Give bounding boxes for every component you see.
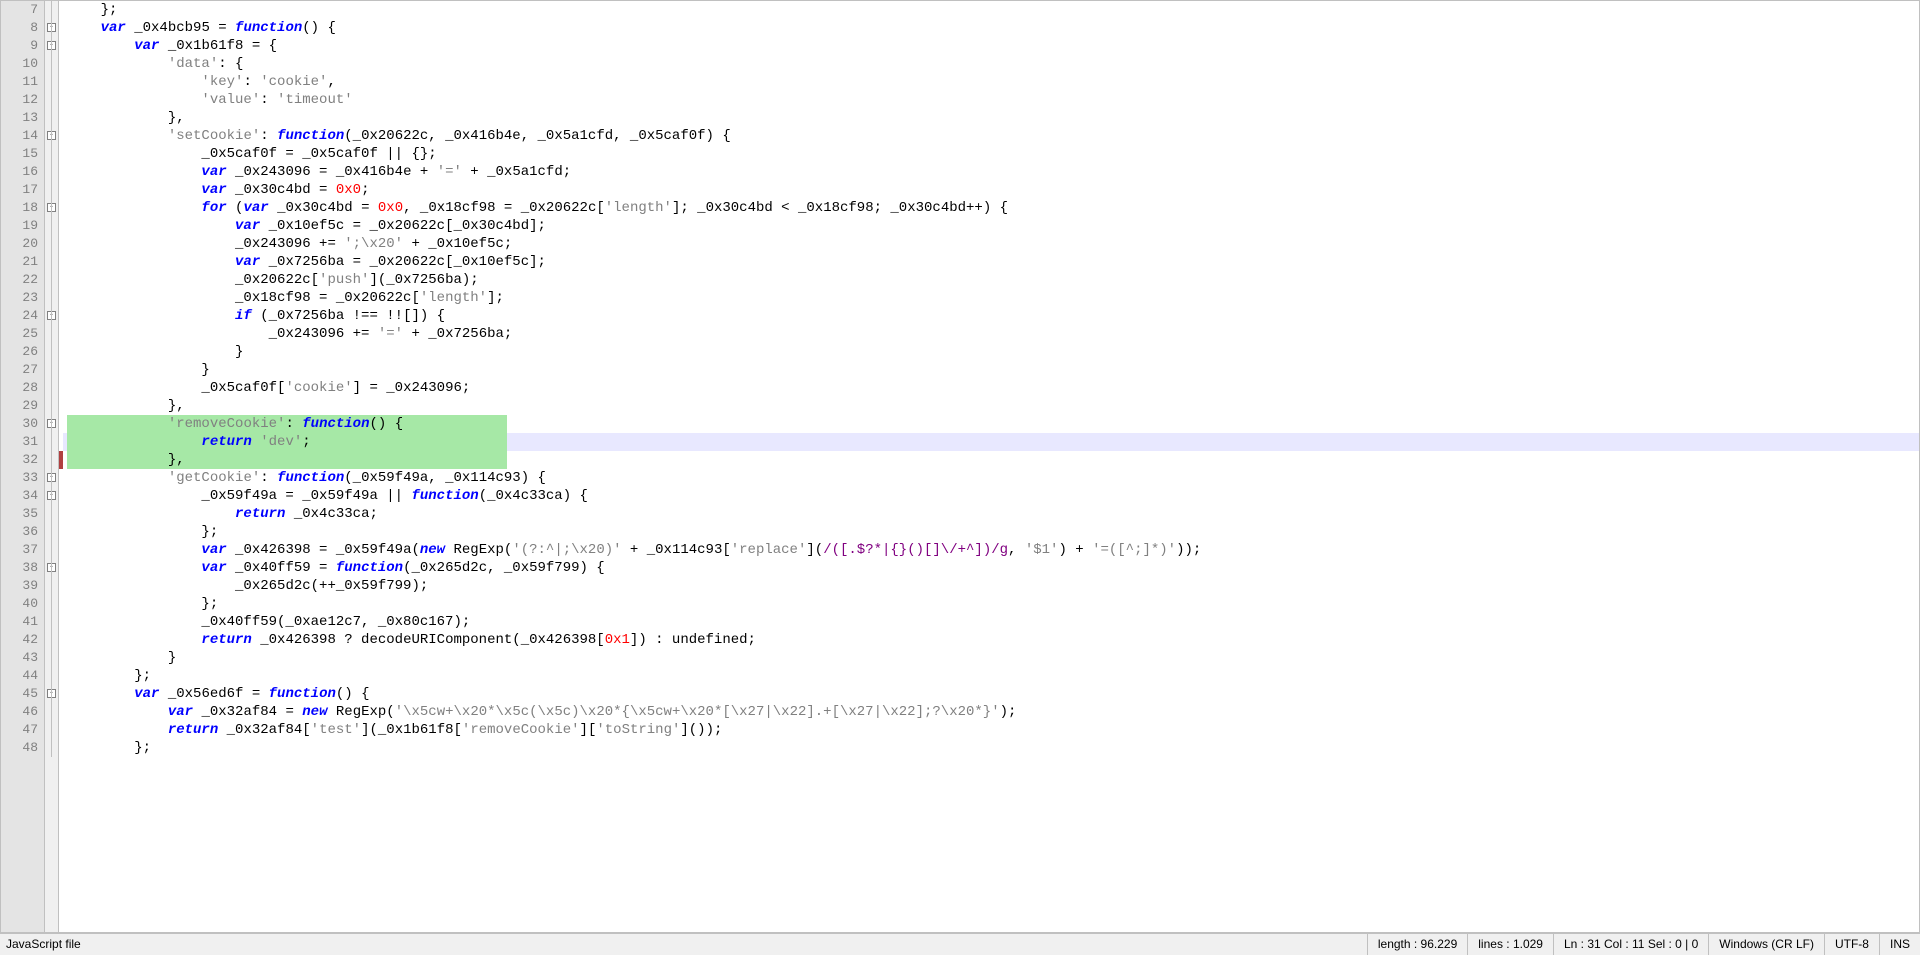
code-line[interactable]: return _0x426398 ? decodeURIComponent(_0… bbox=[63, 631, 1919, 649]
line-number[interactable]: 15 bbox=[1, 145, 44, 163]
line-number[interactable]: 28 bbox=[1, 379, 44, 397]
code-line[interactable]: _0x40ff59(_0xae12c7, _0x80c167); bbox=[63, 613, 1919, 631]
line-number[interactable]: 17 bbox=[1, 181, 44, 199]
code-line[interactable]: 'getCookie': function(_0x59f49a, _0x114c… bbox=[63, 469, 1919, 487]
code-line[interactable]: 'setCookie': function(_0x20622c, _0x416b… bbox=[63, 127, 1919, 145]
status-lines: lines : 1.029 bbox=[1467, 934, 1553, 955]
code-line[interactable]: var _0x1b61f8 = { bbox=[63, 37, 1919, 55]
line-number[interactable]: 33 bbox=[1, 469, 44, 487]
code-line[interactable]: _0x243096 += ';\x20' + _0x10ef5c; bbox=[63, 235, 1919, 253]
code-line[interactable]: for (var _0x30c4bd = 0x0, _0x18cf98 = _0… bbox=[63, 199, 1919, 217]
line-number[interactable]: 35 bbox=[1, 505, 44, 523]
code-line[interactable]: } bbox=[63, 361, 1919, 379]
code-line[interactable]: _0x5caf0f['cookie'] = _0x243096; bbox=[63, 379, 1919, 397]
line-number[interactable]: 18 bbox=[1, 199, 44, 217]
fold-column[interactable]: ---------- bbox=[45, 1, 59, 932]
code-line[interactable]: }; bbox=[63, 1, 1919, 19]
status-length: length : 96.229 bbox=[1367, 934, 1467, 955]
status-bar: JavaScript file length : 96.229 lines : … bbox=[0, 933, 1920, 955]
code-line[interactable]: _0x243096 += '=' + _0x7256ba; bbox=[63, 325, 1919, 343]
line-number[interactable]: 38 bbox=[1, 559, 44, 577]
code-line[interactable]: } bbox=[63, 343, 1919, 361]
code-line[interactable]: }; bbox=[63, 595, 1919, 613]
line-number[interactable]: 32 bbox=[1, 451, 44, 469]
code-line[interactable]: return _0x4c33ca; bbox=[63, 505, 1919, 523]
line-number[interactable]: 26 bbox=[1, 343, 44, 361]
code-line[interactable]: 'data': { bbox=[63, 55, 1919, 73]
line-number[interactable]: 11 bbox=[1, 73, 44, 91]
code-line[interactable]: }; bbox=[63, 523, 1919, 541]
code-line[interactable]: _0x59f49a = _0x59f49a || function(_0x4c3… bbox=[63, 487, 1919, 505]
code-line[interactable]: _0x265d2c(++_0x59f799); bbox=[63, 577, 1919, 595]
line-number[interactable]: 34 bbox=[1, 487, 44, 505]
line-number[interactable]: 46 bbox=[1, 703, 44, 721]
line-number[interactable]: 16 bbox=[1, 163, 44, 181]
line-number[interactable]: 8 bbox=[1, 19, 44, 37]
code-line[interactable]: return 'dev'; bbox=[63, 433, 1919, 451]
code-line[interactable]: var _0x10ef5c = _0x20622c[_0x30c4bd]; bbox=[63, 217, 1919, 235]
line-number[interactable]: 23 bbox=[1, 289, 44, 307]
status-insert-mode[interactable]: INS bbox=[1879, 934, 1920, 955]
code-line[interactable]: var _0x426398 = _0x59f49a(new RegExp('(?… bbox=[63, 541, 1919, 559]
line-number[interactable]: 22 bbox=[1, 271, 44, 289]
line-number[interactable]: 31 bbox=[1, 433, 44, 451]
code-line[interactable]: _0x5caf0f = _0x5caf0f || {}; bbox=[63, 145, 1919, 163]
line-number[interactable]: 19 bbox=[1, 217, 44, 235]
status-encoding[interactable]: UTF-8 bbox=[1824, 934, 1879, 955]
code-line[interactable]: }, bbox=[63, 451, 1919, 469]
line-number[interactable]: 10 bbox=[1, 55, 44, 73]
line-number[interactable]: 44 bbox=[1, 667, 44, 685]
line-number[interactable]: 37 bbox=[1, 541, 44, 559]
code-line[interactable]: }; bbox=[63, 739, 1919, 757]
code-line[interactable]: 'removeCookie': function() { bbox=[63, 415, 1919, 433]
code-editor[interactable]: }; var _0x4bcb95 = function() { var _0x1… bbox=[63, 1, 1919, 932]
code-line[interactable]: 'key': 'cookie', bbox=[63, 73, 1919, 91]
line-number[interactable]: 20 bbox=[1, 235, 44, 253]
code-line[interactable]: }; bbox=[63, 667, 1919, 685]
line-number-gutter[interactable]: 7891011121314151617181920212223242526272… bbox=[1, 1, 45, 932]
code-line[interactable]: }, bbox=[63, 109, 1919, 127]
editor-container: 7891011121314151617181920212223242526272… bbox=[0, 0, 1920, 933]
code-line[interactable]: var _0x40ff59 = function(_0x265d2c, _0x5… bbox=[63, 559, 1919, 577]
status-eol[interactable]: Windows (CR LF) bbox=[1708, 934, 1824, 955]
line-number[interactable]: 14 bbox=[1, 127, 44, 145]
line-number[interactable]: 45 bbox=[1, 685, 44, 703]
code-line[interactable]: var _0x243096 = _0x416b4e + '=' + _0x5a1… bbox=[63, 163, 1919, 181]
code-line[interactable]: if (_0x7256ba !== !![]) { bbox=[63, 307, 1919, 325]
code-line[interactable]: _0x18cf98 = _0x20622c['length']; bbox=[63, 289, 1919, 307]
code-line[interactable]: return _0x32af84['test'](_0x1b61f8['remo… bbox=[63, 721, 1919, 739]
code-line[interactable]: var _0x32af84 = new RegExp('\x5cw+\x20*\… bbox=[63, 703, 1919, 721]
line-number[interactable]: 25 bbox=[1, 325, 44, 343]
line-number[interactable]: 13 bbox=[1, 109, 44, 127]
line-number[interactable]: 9 bbox=[1, 37, 44, 55]
line-number[interactable]: 12 bbox=[1, 91, 44, 109]
code-line[interactable]: }, bbox=[63, 397, 1919, 415]
line-number[interactable]: 7 bbox=[1, 1, 44, 19]
line-number[interactable]: 43 bbox=[1, 649, 44, 667]
line-number[interactable]: 21 bbox=[1, 253, 44, 271]
code-line[interactable]: _0x20622c['push'](_0x7256ba); bbox=[63, 271, 1919, 289]
line-number[interactable]: 36 bbox=[1, 523, 44, 541]
code-line[interactable]: 'value': 'timeout' bbox=[63, 91, 1919, 109]
code-line[interactable]: var _0x4bcb95 = function() { bbox=[63, 19, 1919, 37]
line-number[interactable]: 29 bbox=[1, 397, 44, 415]
line-number[interactable]: 24 bbox=[1, 307, 44, 325]
line-number[interactable]: 39 bbox=[1, 577, 44, 595]
code-line[interactable]: var _0x30c4bd = 0x0; bbox=[63, 181, 1919, 199]
line-number[interactable]: 42 bbox=[1, 631, 44, 649]
line-number[interactable]: 30 bbox=[1, 415, 44, 433]
status-position: Ln : 31 Col : 11 Sel : 0 | 0 bbox=[1553, 934, 1708, 955]
code-line[interactable]: var _0x7256ba = _0x20622c[_0x10ef5c]; bbox=[63, 253, 1919, 271]
line-number[interactable]: 48 bbox=[1, 739, 44, 757]
code-line[interactable]: var _0x56ed6f = function() { bbox=[63, 685, 1919, 703]
line-number[interactable]: 27 bbox=[1, 361, 44, 379]
line-number[interactable]: 41 bbox=[1, 613, 44, 631]
status-file-type: JavaScript file bbox=[0, 934, 1367, 955]
code-line[interactable]: } bbox=[63, 649, 1919, 667]
line-number[interactable]: 47 bbox=[1, 721, 44, 739]
line-number[interactable]: 40 bbox=[1, 595, 44, 613]
